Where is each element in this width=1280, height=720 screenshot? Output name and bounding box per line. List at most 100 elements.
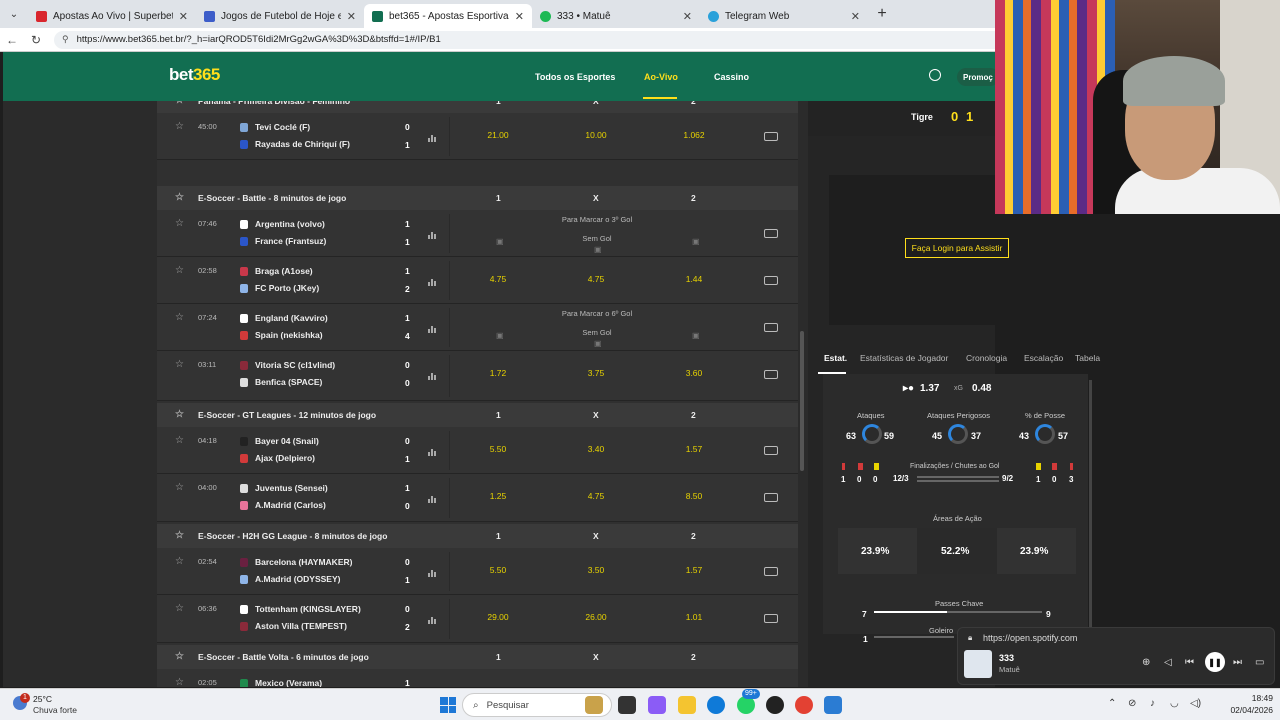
match-row[interactable]: ☆ 02:54 Barcelona (HAYMAKER) 0 A.Madrid (ODY… — [157, 548, 798, 595]
odds-button[interactable]: 29.00 — [468, 612, 528, 622]
site-info-icon[interactable]: ⚲ — [62, 34, 69, 45]
watch-video-icon[interactable] — [764, 276, 778, 285]
chrome-icon[interactable] — [795, 696, 813, 714]
new-tab-plus-icon[interactable]: + — [868, 5, 896, 23]
favourite-star-icon[interactable]: ☆ — [175, 677, 184, 687]
odds-button[interactable]: 4.75 — [566, 491, 626, 501]
match-row[interactable]: ☆ 02:05 Mexico (Verama) 1 — [157, 669, 798, 687]
favourite-star-icon[interactable]: ☆ — [175, 530, 184, 541]
favourite-star-icon[interactable]: ☆ — [175, 435, 184, 446]
stats-bars-icon[interactable] — [428, 277, 437, 286]
stats-bars-icon[interactable] — [428, 447, 437, 456]
favourite-star-icon[interactable]: ☆ — [175, 359, 184, 370]
watch-video-icon[interactable] — [764, 370, 778, 379]
add-icon[interactable]: ⊕ — [1142, 657, 1150, 668]
bet365-logo[interactable]: bet365 — [169, 65, 220, 85]
tab-search-icon[interactable]: ⌄ — [0, 0, 28, 28]
tab-player-stats[interactable]: Estatísticas de Jogador — [860, 353, 948, 363]
login-to-watch-button[interactable]: Faça Login para Assistir — [905, 238, 1009, 258]
pause-button[interactable]: ❚❚ — [1205, 652, 1225, 672]
close-icon[interactable]: ✕ — [515, 10, 524, 23]
odds-button[interactable]: 1.062 — [664, 130, 724, 140]
favourite-star-icon[interactable]: ☆ — [175, 192, 184, 203]
odds-button[interactable]: 26.00 — [566, 612, 626, 622]
odds-button[interactable]: 3.50 — [566, 565, 626, 575]
favourite-star-icon[interactable]: ☆ — [175, 218, 184, 229]
favourite-star-icon[interactable]: ☆ — [175, 312, 184, 323]
match-row[interactable]: ☆ 04:00 Juventus (Sensei) 1 A.Madrid (Carlos… — [157, 474, 798, 522]
stats-bars-icon[interactable] — [428, 371, 437, 380]
favourite-star-icon[interactable]: ☆ — [175, 409, 184, 420]
list-scrollbar[interactable] — [800, 101, 805, 687]
match-row[interactable]: ☆ 07:24 England (Kavviro) 1 Spain (nekishka)… — [157, 304, 798, 351]
file-explorer-icon[interactable] — [678, 696, 696, 714]
watch-video-icon[interactable] — [764, 567, 778, 576]
match-row[interactable]: ☆ 45:00 Tevi Coclé (F) 0 Rayadas de Chiriquí… — [157, 113, 798, 160]
stats-scrollbar[interactable] — [1089, 380, 1092, 630]
speaker-icon[interactable]: ◁) — [1190, 698, 1201, 709]
edge-icon[interactable] — [707, 696, 725, 714]
task-view-icon[interactable] — [618, 696, 636, 714]
odds-button[interactable]: 4.75 — [566, 274, 626, 284]
stats-bars-icon[interactable] — [428, 230, 437, 239]
close-icon[interactable]: ✕ — [179, 10, 188, 23]
tab-estat[interactable]: Estat. — [824, 353, 847, 363]
close-icon[interactable]: ✕ — [851, 10, 860, 23]
pip-icon[interactable]: ▭ — [1255, 657, 1264, 668]
tab-tabela[interactable]: Tabela — [1075, 353, 1100, 363]
favourite-star-icon[interactable]: ☆ — [175, 556, 184, 567]
odds-button[interactable]: 1.44 — [664, 274, 724, 284]
odds-button[interactable]: 3.40 — [566, 444, 626, 454]
odds-button[interactable]: 1.57 — [664, 444, 724, 454]
nav-cassino[interactable]: Cassino — [714, 72, 749, 82]
watch-video-icon[interactable] — [764, 229, 778, 238]
odds-button[interactable]: 1.57 — [664, 565, 724, 575]
stats-bars-icon[interactable] — [428, 568, 437, 577]
search-icon[interactable] — [929, 69, 941, 81]
stats-bars-icon[interactable] — [428, 133, 437, 142]
windows-start-icon[interactable] — [440, 697, 456, 713]
odds-button[interactable]: 8.50 — [664, 491, 724, 501]
weather-description[interactable]: Chuva forte — [33, 705, 77, 715]
odds-button[interactable]: 3.60 — [664, 368, 724, 378]
match-row[interactable]: ☆ 04:18 Bayer 04 (Snail) 0 Ajax (Delpiero) 1 5… — [157, 427, 798, 474]
watch-video-icon[interactable] — [764, 446, 778, 455]
tab-superbet[interactable]: Apostas Ao Vivo | Superbet ✕ — [28, 4, 196, 28]
tab-cronologia[interactable]: Cronologia — [966, 353, 1007, 363]
match-row[interactable]: ☆ 03:11 Vitoria SC (cl1vlind) 0 Benfica (SPA… — [157, 351, 798, 401]
odds-button[interactable]: 1.25 — [468, 491, 528, 501]
notepad-icon[interactable] — [824, 696, 842, 714]
tab-spotify[interactable]: 333 • Matuê ✕ — [532, 4, 700, 28]
clock-date[interactable]: 02/04/2026 — [1210, 705, 1273, 715]
watch-video-icon[interactable] — [764, 323, 778, 332]
odds-button[interactable]: 4.75 — [468, 274, 528, 284]
tab-bet365[interactable]: bet365 - Apostas Esportivas Onlin ✕ — [364, 4, 532, 28]
next-track-icon[interactable]: ⏭ — [1233, 657, 1242, 668]
show-hidden-icons-icon[interactable]: ⌃ — [1108, 698, 1116, 709]
favourite-star-icon[interactable]: ☆ — [175, 265, 184, 276]
odds-button[interactable]: 21.00 — [468, 130, 528, 140]
search-highlight-icon[interactable] — [585, 696, 603, 714]
reload-icon[interactable]: ↻ — [24, 33, 48, 47]
watch-video-icon[interactable] — [764, 614, 778, 623]
match-row[interactable]: ☆ 02:58 Braga (A1ose) 1 FC Porto (JKey) 2 4.75… — [157, 257, 798, 304]
odds-button[interactable]: 5.50 — [468, 565, 528, 575]
microphone-icon[interactable]: ♪ — [1150, 698, 1155, 709]
watch-video-icon[interactable] — [764, 132, 778, 141]
scrollbar-thumb[interactable] — [800, 331, 804, 471]
favourite-star-icon[interactable]: ☆ — [175, 121, 184, 132]
weather-temp[interactable]: 25°C — [33, 694, 52, 704]
stats-bars-icon[interactable] — [428, 324, 437, 333]
match-row[interactable]: ☆ 07:46 Argentina (volvo) 1 France (Frantsuz… — [157, 210, 798, 257]
stats-bars-icon[interactable] — [428, 494, 437, 503]
stats-bars-icon[interactable] — [428, 615, 437, 624]
odds-button[interactable]: 1.01 — [664, 612, 724, 622]
back-arrow-icon[interactable]: ← — [0, 33, 24, 47]
close-icon[interactable]: ✕ — [347, 10, 356, 23]
nav-todos-os-esportes[interactable]: Todos os Esportes — [535, 72, 615, 82]
obs-icon[interactable] — [766, 696, 784, 714]
close-icon[interactable]: ✕ — [683, 10, 692, 23]
odds-button[interactable]: 10.00 — [566, 130, 626, 140]
tab-escalacao[interactable]: Escalação — [1024, 353, 1063, 363]
odds-button[interactable]: 3.75 — [566, 368, 626, 378]
